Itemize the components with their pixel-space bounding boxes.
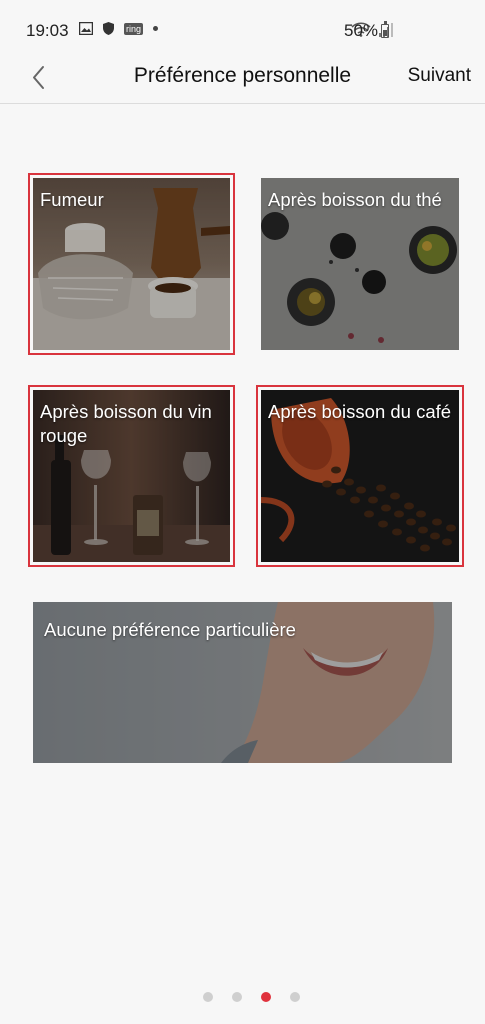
back-button[interactable] (24, 60, 54, 94)
option-label: Après boisson du thé (268, 189, 442, 210)
page-indicator (203, 992, 300, 1002)
option-label: Après boisson du café (268, 401, 452, 422)
page-dot-1[interactable] (203, 992, 213, 1002)
option-card-coffee[interactable]: Après boisson du café (256, 385, 464, 567)
next-button[interactable]: Suivant (408, 65, 471, 87)
ring-icon: ring (124, 22, 144, 35)
image-icon (79, 22, 93, 35)
option-card-tea[interactable]: Après boisson du thé (261, 178, 459, 350)
option-label: Après boisson du vin rouge (40, 401, 212, 446)
option-card-wine[interactable]: Après boisson du vin rouge (28, 385, 235, 567)
battery-icon (381, 21, 389, 38)
option-card-no-preference[interactable]: Aucune préférence particulière (33, 602, 452, 763)
option-label: Aucune préférence particulière (44, 619, 296, 640)
chevron-left-icon (33, 66, 44, 89)
notification-icons: ring (79, 22, 159, 35)
dot-icon (153, 26, 159, 31)
header: Préférence personnelle Suivant (0, 56, 485, 104)
page-dot-3-active[interactable] (261, 992, 271, 1002)
option-card-smoker[interactable]: Fumeur (28, 173, 235, 355)
option-label: Fumeur (40, 189, 104, 210)
shield-icon (103, 22, 114, 35)
status-time: 19:03 (26, 21, 69, 40)
status-bar: 19:03 ring 50% (0, 0, 485, 56)
page-dot-2[interactable] (232, 992, 242, 1002)
battery-percent: 50% (344, 21, 379, 40)
page-dot-4[interactable] (290, 992, 300, 1002)
